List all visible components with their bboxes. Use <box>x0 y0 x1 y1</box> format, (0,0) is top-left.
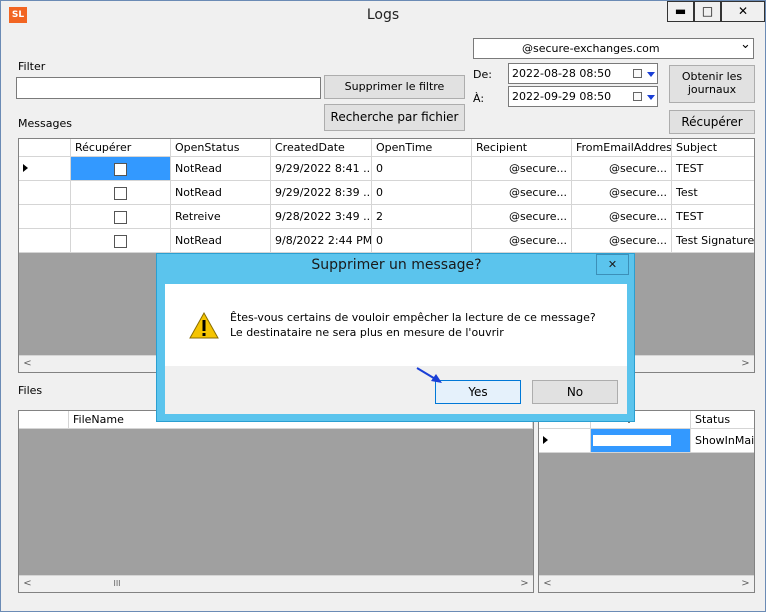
row-header[interactable] <box>539 429 591 453</box>
from-email-cell: @secure... <box>572 157 672 181</box>
files-grid: FileName < III > <box>18 410 534 593</box>
warning-icon <box>189 312 219 339</box>
pointer-arrow-icon <box>416 367 442 383</box>
dialog-message: Êtes-vous certains de vouloir empêcher l… <box>230 311 596 339</box>
status-cell: ShowInMailb <box>691 429 754 453</box>
filter-label: Filter <box>18 60 46 73</box>
domain-select-value: @secure-exchanges.com <box>522 42 660 55</box>
cell-edit-box[interactable] <box>593 435 671 446</box>
column-header-opentime[interactable]: OpenTime <box>372 139 472 157</box>
column-header-recipient[interactable]: Recipient <box>472 139 572 157</box>
minimize-button[interactable]: ▬ <box>667 1 694 22</box>
created-date-cell: 9/28/2022 3:49 ... <box>271 205 372 229</box>
close-window-button[interactable]: ✕ <box>721 1 765 22</box>
from-email-cell: @secure... <box>572 229 672 253</box>
messages-label: Messages <box>18 117 72 130</box>
recover-checkbox[interactable] <box>114 235 127 248</box>
calendar-icon <box>633 69 642 78</box>
created-date-cell: 9/8/2022 2:44 PM <box>271 229 372 253</box>
recover-checkbox[interactable] <box>114 187 127 200</box>
scroll-right-icon[interactable]: > <box>737 356 754 372</box>
recover-checkbox[interactable] <box>114 163 127 176</box>
row-header-corner <box>19 139 71 157</box>
recover-cell[interactable] <box>71 181 171 205</box>
from-email-cell: @secure... <box>572 181 672 205</box>
files-label: Files <box>18 384 43 397</box>
current-row-icon <box>543 436 548 444</box>
row-header[interactable] <box>19 181 71 205</box>
open-status-cell: Retreive <box>171 205 271 229</box>
from-date-picker[interactable]: 2022-08-28 08:50 <box>508 63 658 84</box>
open-time-cell: 0 <box>372 181 472 205</box>
scroll-left-icon[interactable]: < <box>19 356 36 372</box>
to-date-picker[interactable]: 2022-09-29 08:50 <box>508 86 658 107</box>
subject-cell: TEST <box>672 157 754 181</box>
recover-cell[interactable] <box>71 205 171 229</box>
column-header-subject[interactable]: Subject <box>672 139 754 157</box>
from-date-label: De: <box>473 68 492 81</box>
dialog-footer: Yes No <box>165 366 627 414</box>
row-header-corner <box>19 411 69 429</box>
clear-filter-button[interactable]: Supprimer le filtre <box>324 75 465 99</box>
recover-button[interactable]: Récupérer <box>669 110 755 134</box>
row-header[interactable] <box>19 229 71 253</box>
filter-input[interactable] <box>16 77 321 99</box>
from-date-value: 2022-08-28 08:50 <box>512 67 612 80</box>
window-title: Logs <box>366 7 400 23</box>
calendar-icon <box>633 92 642 101</box>
column-header-recuperer[interactable]: Récupérer <box>71 139 171 157</box>
recipient-cell: @secure... <box>472 205 572 229</box>
selected-cell[interactable] <box>591 429 691 453</box>
scroll-right-icon[interactable]: > <box>737 576 754 592</box>
open-time-cell: 2 <box>372 205 472 229</box>
files-horizontal-scrollbar[interactable]: < III > <box>19 575 533 592</box>
recover-checkbox[interactable] <box>114 211 127 224</box>
subject-cell: TEST <box>672 205 754 229</box>
subject-cell: Test Signature <box>672 229 754 253</box>
maximize-button[interactable]: □ <box>694 1 721 22</box>
row-header[interactable] <box>19 157 71 181</box>
recipient-cell: @secure... <box>472 157 572 181</box>
dropdown-arrow-icon <box>647 72 655 77</box>
to-date-label: À: <box>473 92 485 105</box>
dialog-body: Êtes-vous certains de vouloir empêcher l… <box>165 284 627 366</box>
yes-button[interactable]: Yes <box>435 380 521 404</box>
subject-cell: Test <box>672 181 754 205</box>
open-status-cell: NotRead <box>171 181 271 205</box>
confirm-delete-dialog: Supprimer un message? ✕ Êtes-vous certai… <box>156 253 635 422</box>
open-status-cell: NotRead <box>171 157 271 181</box>
to-date-value: 2022-09-29 08:50 <box>512 90 612 103</box>
recipient-cell: @secure... <box>472 181 572 205</box>
created-date-cell: 9/29/2022 8:39 ... <box>271 181 372 205</box>
recover-cell[interactable] <box>71 157 171 181</box>
recover-cell[interactable] <box>71 229 171 253</box>
scroll-left-icon[interactable]: < <box>539 576 556 592</box>
column-header-openstatus[interactable]: OpenStatus <box>171 139 271 157</box>
dialog-title: Supprimer un message? <box>311 257 482 273</box>
column-header-fromemail[interactable]: FromEmailAddress <box>572 139 672 157</box>
scroll-left-icon[interactable]: < <box>19 576 36 592</box>
no-button[interactable]: No <box>532 380 618 404</box>
open-status-cell: NotRead <box>171 229 271 253</box>
from-email-cell: @secure... <box>572 205 672 229</box>
dropdown-arrow-icon <box>647 95 655 100</box>
files-detail-grid: P Status ShowInMailb < > <box>538 410 755 593</box>
column-header-status[interactable]: Status <box>691 411 754 429</box>
created-date-cell: 9/29/2022 8:41 ... <box>271 157 372 181</box>
recipient-cell: @secure... <box>472 229 572 253</box>
open-time-cell: 0 <box>372 229 472 253</box>
row-header[interactable] <box>19 205 71 229</box>
scroll-thumb[interactable]: III <box>109 576 125 592</box>
chevron-down-icon: ⌄ <box>740 37 751 52</box>
get-logs-button[interactable]: Obtenir les journaux <box>669 65 755 103</box>
title-bar: SL Logs ▬ □ ✕ <box>1 1 765 31</box>
open-time-cell: 0 <box>372 157 472 181</box>
dialog-close-button[interactable]: ✕ <box>596 254 629 275</box>
domain-select[interactable]: @secure-exchanges.com ⌄ <box>473 37 754 59</box>
search-by-file-button[interactable]: Recherche par fichier <box>324 104 465 131</box>
scroll-right-icon[interactable]: > <box>516 576 533 592</box>
current-row-icon <box>23 164 28 172</box>
detail-horizontal-scrollbar[interactable]: < > <box>539 575 754 592</box>
column-header-createddate[interactable]: CreatedDate <box>271 139 372 157</box>
